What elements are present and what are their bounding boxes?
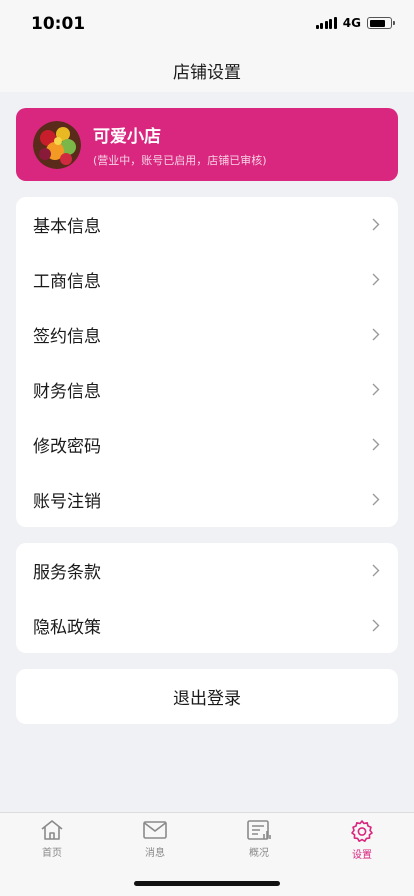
status-bar: 10:01 4G (0, 0, 414, 48)
menu-item-label: 财务信息 (33, 382, 101, 402)
menu-item-business-info[interactable]: 工商信息 (16, 252, 398, 307)
page-title: 店铺设置 (173, 62, 241, 83)
tab-label: 首页 (42, 848, 62, 859)
tab-messages[interactable]: 消息 (103, 819, 207, 859)
menu-item-delete-account[interactable]: 账号注销 (16, 472, 398, 527)
signal-icon (315, 17, 337, 29)
tab-label: 设置 (352, 850, 372, 861)
menu-item-basic-info[interactable]: 基本信息 (16, 197, 398, 252)
tab-label: 概况 (249, 848, 269, 859)
legal-menu: 服务条款 隐私政策 (16, 543, 398, 653)
status-indicators: 4G (315, 16, 395, 30)
menu-item-label: 服务条款 (33, 563, 101, 583)
menu-item-label: 修改密码 (33, 437, 101, 457)
tab-label: 消息 (145, 848, 165, 859)
chevron-right-icon (372, 383, 380, 396)
shop-status: (营业中，账号已启用，店铺已审核) (93, 153, 267, 167)
overview-icon (246, 819, 272, 841)
menu-item-finance-info[interactable]: 财务信息 (16, 362, 398, 417)
battery-icon (367, 17, 395, 29)
nav-bar: 店铺设置 (0, 48, 414, 92)
home-indicator (134, 881, 280, 886)
tab-overview[interactable]: 概况 (207, 819, 311, 859)
menu-item-label: 隐私政策 (33, 618, 101, 638)
account-settings-menu: 基本信息 工商信息 签约信息 财务信息 修改密码 账号注销 (16, 197, 398, 527)
menu-item-change-password[interactable]: 修改密码 (16, 417, 398, 472)
menu-item-label: 账号注销 (33, 492, 101, 512)
chevron-right-icon (372, 493, 380, 506)
menu-item-label: 基本信息 (33, 217, 101, 237)
shop-card[interactable]: 可爱小店 (营业中，账号已启用，店铺已审核) (16, 108, 398, 181)
menu-item-label: 签约信息 (33, 327, 101, 347)
mail-icon (142, 819, 168, 841)
logout-button[interactable]: 退出登录 (16, 669, 398, 724)
chevron-right-icon (372, 564, 380, 577)
chevron-right-icon (372, 273, 380, 286)
tab-settings[interactable]: 设置 (310, 819, 414, 861)
chevron-right-icon (372, 438, 380, 451)
chevron-right-icon (372, 328, 380, 341)
network-label: 4G (342, 16, 361, 30)
tab-home[interactable]: 首页 (0, 819, 104, 859)
home-icon (40, 819, 64, 841)
menu-item-terms-of-service[interactable]: 服务条款 (16, 543, 398, 598)
gear-icon (350, 819, 374, 843)
menu-item-privacy-policy[interactable]: 隐私政策 (16, 598, 398, 653)
menu-item-contract-info[interactable]: 签约信息 (16, 307, 398, 362)
shop-avatar (33, 120, 81, 169)
logout-label: 退出登录 (173, 689, 241, 709)
menu-item-label: 工商信息 (33, 272, 101, 292)
chevron-right-icon (372, 619, 380, 632)
shop-name: 可爱小店 (93, 126, 161, 147)
status-time: 10:01 (31, 14, 86, 34)
chevron-right-icon (372, 218, 380, 231)
